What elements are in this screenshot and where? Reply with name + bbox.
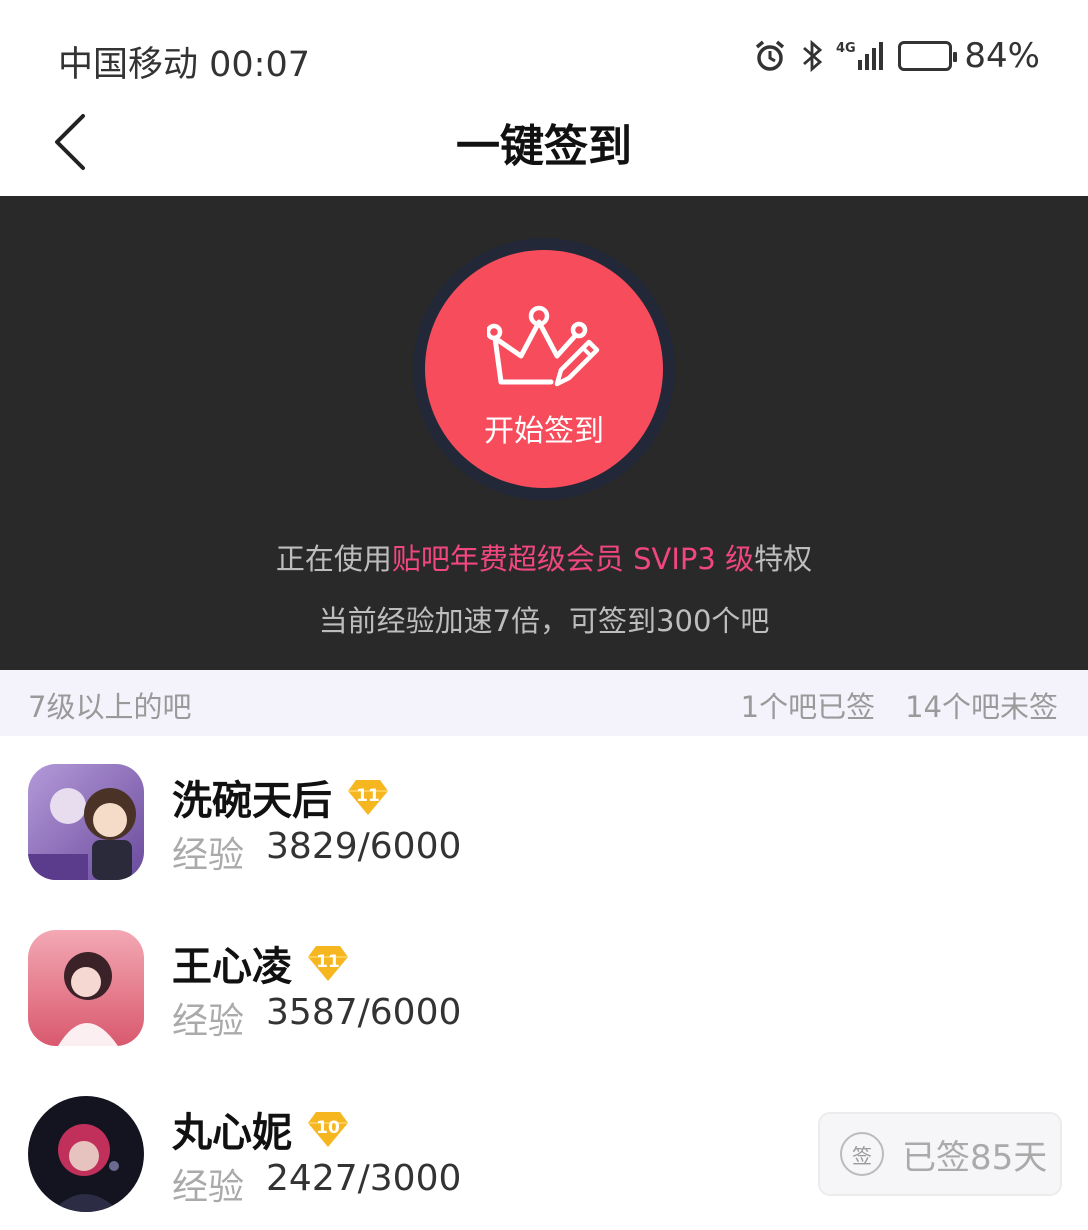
start-sign-label: 开始签到 bbox=[484, 414, 604, 449]
section-title: 7级以上的吧 bbox=[28, 690, 192, 724]
speed-text: 当前经验加速7倍，可签到300个吧 bbox=[318, 604, 770, 638]
sign-stamp-icon: 签 bbox=[840, 1132, 884, 1176]
forum-exp: 经验 3829/6000 bbox=[172, 826, 461, 878]
forum-name-text: 洗碗天后 bbox=[172, 778, 332, 824]
level-badge: 11 bbox=[346, 777, 390, 817]
signal-icon: 4G bbox=[836, 38, 886, 74]
battery-percent: 84% bbox=[964, 36, 1040, 76]
level-badge: 11 bbox=[306, 943, 350, 983]
list-item[interactable]: 洗碗天后 11 经验 3829/6000 bbox=[0, 736, 1088, 902]
privilege-highlight[interactable]: 贴吧年费超级会员 SVIP3 级 bbox=[392, 542, 754, 576]
alarm-icon bbox=[752, 38, 788, 74]
carrier-time: 中国移动 00:07 bbox=[58, 45, 310, 85]
section-counts: 1个吧已签 14个吧未签 bbox=[741, 684, 1058, 726]
list-item[interactable]: 王心凌 11 经验 3587/6000 bbox=[0, 902, 1088, 1068]
forum-exp: 经验 2427/3000 bbox=[172, 1158, 461, 1210]
level-badge: 10 bbox=[306, 1109, 350, 1149]
sign-hero: 开始签到 正在使用贴吧年费超级会员 SVIP3 级特权 当前经验加速7倍，可签到… bbox=[0, 196, 1088, 670]
forum-avatar bbox=[28, 764, 144, 880]
forum-avatar bbox=[28, 1096, 144, 1212]
status-bar: 中国移动 00:07 4G 84% bbox=[0, 0, 1088, 110]
privilege-prefix: 正在使用 bbox=[275, 542, 392, 576]
page-title: 一键签到 bbox=[456, 121, 632, 172]
exp-value: 3829/6000 bbox=[266, 826, 462, 867]
signed-days-pill[interactable]: 签 已签85天 bbox=[818, 1112, 1062, 1196]
level-number: 11 bbox=[316, 952, 340, 972]
status-icons: 4G 84% bbox=[752, 36, 1040, 76]
unsigned-count: 14个吧未签 bbox=[905, 690, 1058, 724]
crown-pen-icon bbox=[487, 305, 600, 387]
start-sign-button[interactable]: 开始签到 bbox=[425, 250, 663, 488]
exp-label: 经验 bbox=[172, 835, 245, 876]
signed-days-label: 已签85天 bbox=[902, 1137, 1048, 1178]
exp-label: 经验 bbox=[172, 1167, 245, 1208]
sign-button-ring: 开始签到 bbox=[413, 238, 675, 500]
nav-bar: 一键签到 bbox=[0, 100, 1088, 196]
forum-exp: 经验 3587/6000 bbox=[172, 992, 461, 1044]
forum-name-text: 王心凌 bbox=[172, 944, 292, 990]
forum-avatar bbox=[28, 930, 144, 1046]
battery-icon bbox=[898, 41, 958, 71]
network-type: 4G bbox=[836, 41, 856, 56]
section-header: 7级以上的吧 1个吧已签 14个吧未签 bbox=[0, 670, 1088, 736]
privilege-text: 正在使用贴吧年费超级会员 SVIP3 级特权 bbox=[0, 536, 1088, 578]
forum-name-text: 丸心妮 bbox=[172, 1110, 292, 1156]
exp-value: 2427/3000 bbox=[266, 1158, 462, 1199]
privilege-suffix: 特权 bbox=[754, 542, 813, 576]
forum-name: 王心凌 11 bbox=[172, 934, 350, 992]
level-number: 11 bbox=[356, 786, 380, 806]
bluetooth-icon bbox=[800, 38, 824, 74]
exp-value: 3587/6000 bbox=[266, 992, 462, 1033]
level-number: 10 bbox=[316, 1118, 340, 1138]
forum-name: 洗碗天后 11 bbox=[172, 768, 390, 826]
exp-label: 经验 bbox=[172, 1001, 245, 1042]
signed-count: 1个吧已签 bbox=[740, 690, 876, 724]
forum-name: 丸心妮 10 bbox=[172, 1100, 350, 1158]
